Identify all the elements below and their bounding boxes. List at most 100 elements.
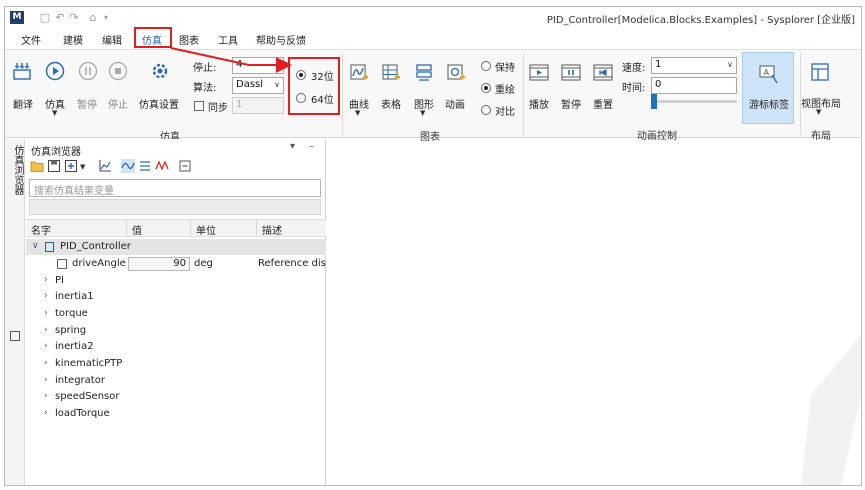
table-icon[interactable] <box>381 63 401 83</box>
column-divider[interactable] <box>190 220 191 236</box>
tree-row[interactable]: › speedSensor <box>26 389 326 405</box>
column-description[interactable]: 描述 <box>262 222 282 237</box>
column-unit[interactable]: 单位 <box>196 222 216 237</box>
menu-chart[interactable]: 图表 <box>179 32 199 47</box>
tree-row[interactable]: › torque <box>26 306 326 322</box>
side-tab-simulation-browser[interactable]: 仿真浏览器 <box>10 145 25 195</box>
menu-file[interactable]: 文件 <box>21 32 41 47</box>
collapse-all-icon[interactable] <box>178 159 192 173</box>
reset-button[interactable]: 重置 <box>593 96 613 111</box>
save-result-icon[interactable] <box>47 159 61 173</box>
simulate-icon[interactable] <box>45 61 65 81</box>
menu-modeling[interactable]: 建模 <box>63 32 83 47</box>
speed-select[interactable]: 1 ∨ <box>651 57 737 74</box>
plot-checkbox[interactable] <box>57 259 67 269</box>
tree-row[interactable]: › PI <box>26 273 326 289</box>
animation-pause-icon[interactable] <box>561 63 581 83</box>
collapsed-arrow-icon[interactable]: › <box>44 325 48 335</box>
cursor-label-button[interactable]: A 游标标签 <box>742 52 794 124</box>
export-icon[interactable] <box>64 159 78 173</box>
animation-icon[interactable] <box>446 63 466 83</box>
collapsed-arrow-icon[interactable]: › <box>44 408 48 418</box>
search-input[interactable]: 搜索仿真结果变量 <box>29 179 321 197</box>
sync-checkbox[interactable] <box>194 101 204 111</box>
play-button[interactable]: 播放 <box>529 96 549 111</box>
time-input[interactable]: 0 <box>651 77 737 94</box>
wave-filter-icon[interactable] <box>155 159 169 173</box>
tree-row[interactable]: › inertia1 <box>26 289 326 305</box>
play-icon[interactable] <box>529 63 549 83</box>
pause-icon[interactable] <box>78 61 98 81</box>
simulation-settings-button[interactable]: 仿真设置 <box>139 96 179 111</box>
radio-compare[interactable] <box>481 105 491 115</box>
collapsed-arrow-icon[interactable]: › <box>44 391 48 401</box>
column-divider[interactable] <box>126 220 127 236</box>
algorithm-select[interactable]: Dassl ∨ <box>232 77 284 94</box>
animation-button[interactable]: 动画 <box>445 96 465 111</box>
layout-group-label: 布局 <box>811 131 831 142</box>
stop-time-input[interactable]: 4 <box>232 57 284 74</box>
collapsed-arrow-icon[interactable]: › <box>44 341 48 351</box>
tree-row[interactable]: › integrator <box>26 373 326 389</box>
tree-row[interactable]: › spring <box>26 323 326 339</box>
view-layout-icon[interactable] <box>810 62 830 82</box>
curve-filter-icon[interactable] <box>121 159 135 173</box>
stop-button[interactable]: 停止 <box>108 96 128 111</box>
reset-icon[interactable] <box>593 63 613 83</box>
radio-keep[interactable] <box>481 61 491 71</box>
collapsed-arrow-icon[interactable]: › <box>44 375 48 385</box>
collapsed-arrow-icon[interactable]: › <box>44 308 48 318</box>
chart-tab-icon[interactable] <box>10 331 20 341</box>
animation-pause-button[interactable]: 暂停 <box>561 96 581 111</box>
quick-access-dropdown-icon[interactable]: ▾ <box>99 10 113 25</box>
curve-icon[interactable] <box>349 63 369 83</box>
algorithm-value: Dassl <box>236 79 264 90</box>
simulation-settings-icon[interactable] <box>150 61 170 81</box>
column-divider[interactable] <box>256 220 257 236</box>
simulate-dropdown-icon[interactable]: ▼ <box>52 109 57 117</box>
graphic-icon[interactable] <box>414 63 434 83</box>
open-folder-icon[interactable] <box>30 159 44 173</box>
table-button[interactable]: 表格 <box>381 96 401 111</box>
menu-edit[interactable]: 编辑 <box>102 32 122 47</box>
graphic-dropdown-icon[interactable]: ▼ <box>420 109 425 117</box>
time-slider-thumb[interactable] <box>651 94 657 109</box>
tree-row[interactable]: › loadTorque <box>26 406 326 422</box>
radio-redraw[interactable] <box>481 83 491 93</box>
menu-help[interactable]: 帮助与反馈 <box>256 32 306 47</box>
redo-icon[interactable]: ↷ <box>67 10 81 25</box>
collapsed-arrow-icon[interactable]: › <box>44 275 48 285</box>
undo-icon[interactable]: ↶ <box>53 10 67 25</box>
tree-row-root[interactable]: ∨ PID_Controller <box>26 239 326 255</box>
sync-step-input[interactable]: 1 <box>232 97 284 114</box>
param-value-field[interactable]: 90 <box>128 257 190 271</box>
export-dropdown-icon[interactable]: ▼ <box>80 163 85 171</box>
column-value[interactable]: 值 <box>132 222 142 237</box>
tree-label: inertia1 <box>55 291 94 302</box>
column-name[interactable]: 名字 <box>31 222 51 237</box>
collapsed-arrow-icon[interactable]: › <box>44 291 48 301</box>
stop-icon[interactable] <box>108 61 128 81</box>
chart-group-label: 图表 <box>420 132 440 143</box>
panel-menu-icon[interactable]: ▾ <box>290 141 295 152</box>
expand-arrow-icon[interactable]: ∨ <box>32 241 39 251</box>
view-layout-dropdown-icon[interactable]: ▼ <box>816 108 821 116</box>
translate-button[interactable]: 翻译 <box>13 96 33 111</box>
save-icon[interactable]: ▢ <box>38 10 52 25</box>
menu-tools[interactable]: 工具 <box>218 32 238 47</box>
curve-dropdown-icon[interactable]: ▼ <box>355 109 360 117</box>
pause-button[interactable]: 暂停 <box>77 96 97 111</box>
param-name: driveAngle <box>72 258 126 269</box>
translate-icon[interactable] <box>12 61 32 81</box>
list-filter-icon[interactable] <box>138 159 152 173</box>
quick-access-customize-icon[interactable]: ⌂ <box>86 10 100 25</box>
side-tab-strip: 仿真浏览器 <box>5 139 25 485</box>
panel-minimize-icon[interactable]: – <box>309 141 314 152</box>
collapsed-arrow-icon[interactable]: › <box>44 358 48 368</box>
time-slider-track[interactable] <box>651 100 737 103</box>
plot-axes-icon[interactable] <box>98 159 112 173</box>
tree-row[interactable]: › kinematicPTP <box>26 356 326 372</box>
tree-row[interactable]: › inertia2 <box>26 339 326 355</box>
model-icon <box>45 242 54 252</box>
tree-row-parameter[interactable]: driveAngle 90 deg Reference dis <box>26 256 326 272</box>
